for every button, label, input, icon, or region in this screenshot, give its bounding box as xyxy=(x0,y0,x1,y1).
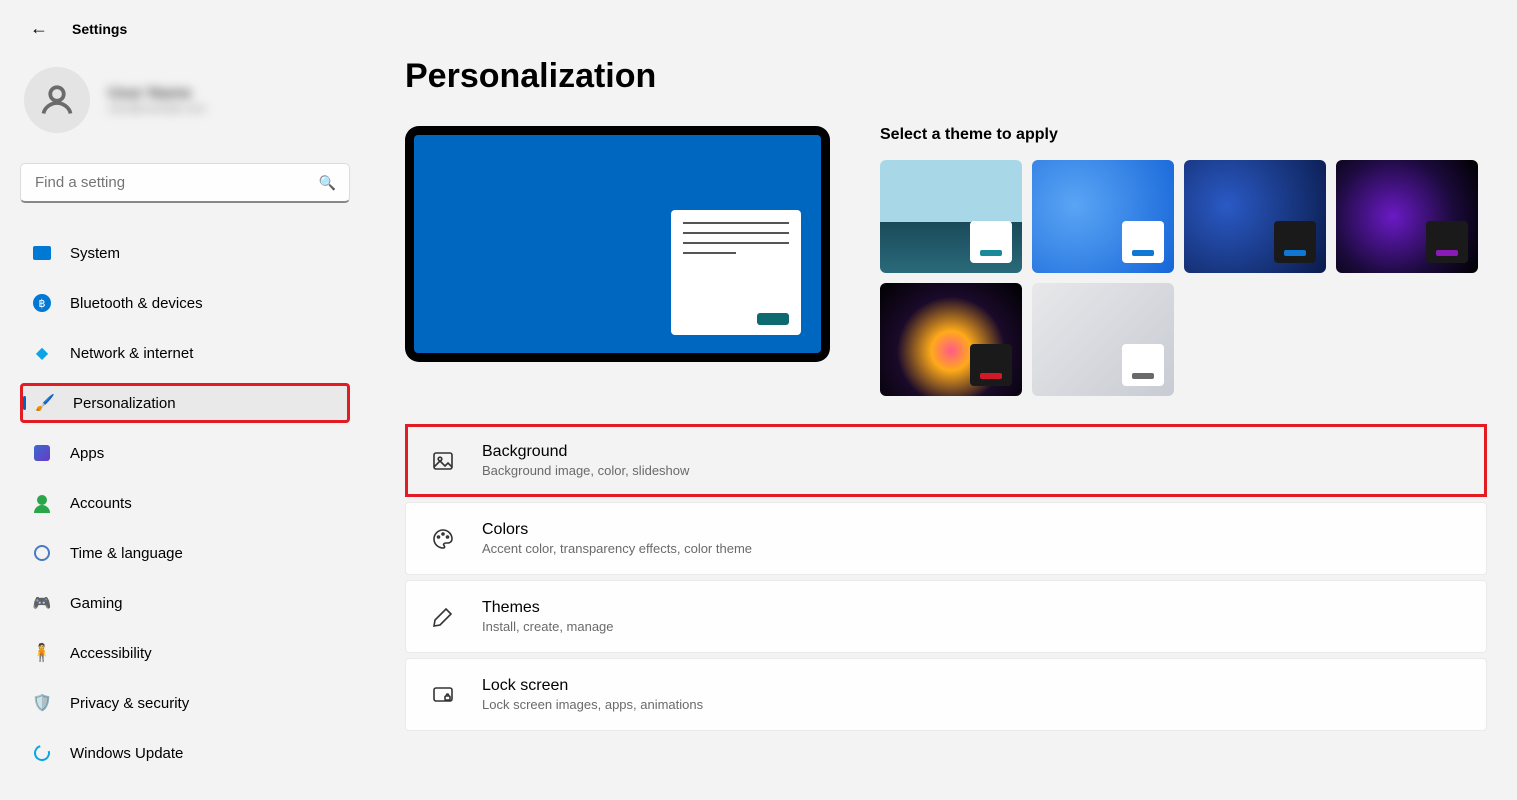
nav-label: System xyxy=(70,245,120,262)
nav-label: Time & language xyxy=(70,545,183,562)
setting-card-lockscreen[interactable]: Lock screen Lock screen images, apps, an… xyxy=(405,658,1487,731)
theme-grid xyxy=(880,160,1478,396)
wifi-icon: ◆ xyxy=(32,343,52,363)
clock-icon xyxy=(32,543,52,563)
setting-desc: Lock screen images, apps, animations xyxy=(482,697,703,712)
nav-label: Bluetooth & devices xyxy=(70,295,203,312)
shield-icon: 🛡️ xyxy=(32,693,52,713)
theme-tile-6[interactable] xyxy=(1032,283,1174,396)
image-icon xyxy=(430,448,456,474)
gamepad-icon: 🎮 xyxy=(32,593,52,613)
search-box: 🔍 xyxy=(20,163,350,203)
nav-label: Network & internet xyxy=(70,345,193,362)
avatar-icon xyxy=(24,67,90,133)
main-content: Personalization Select a theme to apply xyxy=(370,57,1517,783)
setting-title: Lock screen xyxy=(482,677,703,695)
theme-tile-3[interactable] xyxy=(1184,160,1326,273)
nav-item-time[interactable]: Time & language xyxy=(20,533,350,573)
person-icon xyxy=(32,493,52,513)
back-button[interactable]: ← xyxy=(30,18,48,39)
setting-card-colors[interactable]: Colors Accent color, transparency effect… xyxy=(405,502,1487,575)
update-icon xyxy=(32,743,52,763)
nav-item-privacy[interactable]: 🛡️ Privacy & security xyxy=(20,683,350,723)
nav-item-apps[interactable]: Apps xyxy=(20,433,350,473)
nav-item-bluetooth[interactable]: ฿ Bluetooth & devices xyxy=(20,283,350,323)
nav-label: Personalization xyxy=(73,395,176,412)
accessibility-icon: 🧍 xyxy=(32,643,52,663)
display-icon xyxy=(32,243,52,263)
nav-label: Gaming xyxy=(70,595,123,612)
theme-tile-2[interactable] xyxy=(1032,160,1174,273)
settings-list: Background Background image, color, slid… xyxy=(405,424,1517,731)
setting-card-background[interactable]: Background Background image, color, slid… xyxy=(405,424,1487,497)
nav-list: System ฿ Bluetooth & devices ◆ Network & i… xyxy=(20,233,350,773)
nav-item-accounts[interactable]: Accounts xyxy=(20,483,350,523)
setting-title: Themes xyxy=(482,599,614,617)
nav-label: Accessibility xyxy=(70,645,152,662)
nav-item-personalization[interactable]: 🖌️ Personalization xyxy=(20,383,350,423)
setting-desc: Accent color, transparency effects, colo… xyxy=(482,541,752,556)
user-profile[interactable]: User Name user@example.com xyxy=(20,67,350,133)
setting-card-themes[interactable]: Themes Install, create, manage xyxy=(405,580,1487,653)
palette-icon xyxy=(430,526,456,552)
sidebar: User Name user@example.com 🔍 System ฿ Blu… xyxy=(0,57,370,783)
page-title: Personalization xyxy=(405,57,1517,96)
bluetooth-icon: ฿ xyxy=(32,293,52,313)
nav-label: Apps xyxy=(70,445,104,462)
nav-item-update[interactable]: Windows Update xyxy=(20,733,350,773)
search-icon: 🔍 xyxy=(319,175,336,192)
nav-item-network[interactable]: ◆ Network & internet xyxy=(20,333,350,373)
nav-label: Accounts xyxy=(70,495,132,512)
nav-item-system[interactable]: System xyxy=(20,233,350,273)
theme-tile-1[interactable] xyxy=(880,160,1022,273)
nav-label: Privacy & security xyxy=(70,695,189,712)
search-input[interactable] xyxy=(20,163,350,203)
user-email: user@example.com xyxy=(108,103,206,116)
nav-item-accessibility[interactable]: 🧍 Accessibility xyxy=(20,633,350,673)
setting-desc: Install, create, manage xyxy=(482,619,614,634)
apps-icon xyxy=(32,443,52,463)
user-name: User Name xyxy=(108,84,206,103)
app-title: Settings xyxy=(72,21,127,37)
setting-title: Colors xyxy=(482,521,752,539)
setting-desc: Background image, color, slideshow xyxy=(482,463,689,478)
paintbrush-icon: 🖌️ xyxy=(35,393,55,413)
theme-tile-4[interactable] xyxy=(1336,160,1478,273)
nav-item-gaming[interactable]: 🎮 Gaming xyxy=(20,583,350,623)
themes-heading: Select a theme to apply xyxy=(880,126,1478,144)
nav-label: Windows Update xyxy=(70,745,183,762)
brush-icon xyxy=(430,604,456,630)
desktop-preview xyxy=(405,126,830,362)
theme-tile-5[interactable] xyxy=(880,283,1022,396)
lock-screen-icon xyxy=(430,682,456,708)
setting-title: Background xyxy=(482,443,689,461)
